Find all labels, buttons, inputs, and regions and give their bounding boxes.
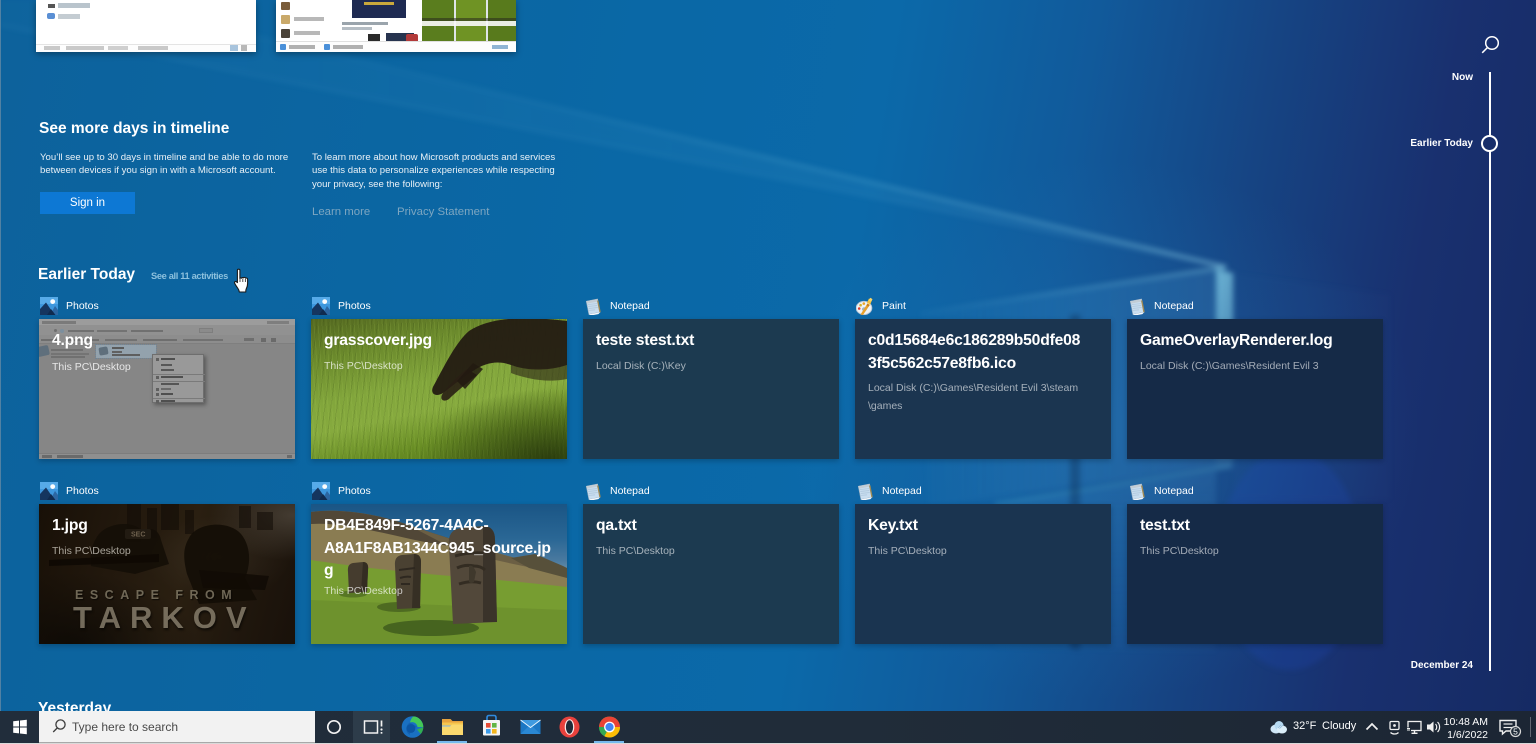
svg-text:5: 5 (1513, 727, 1518, 737)
